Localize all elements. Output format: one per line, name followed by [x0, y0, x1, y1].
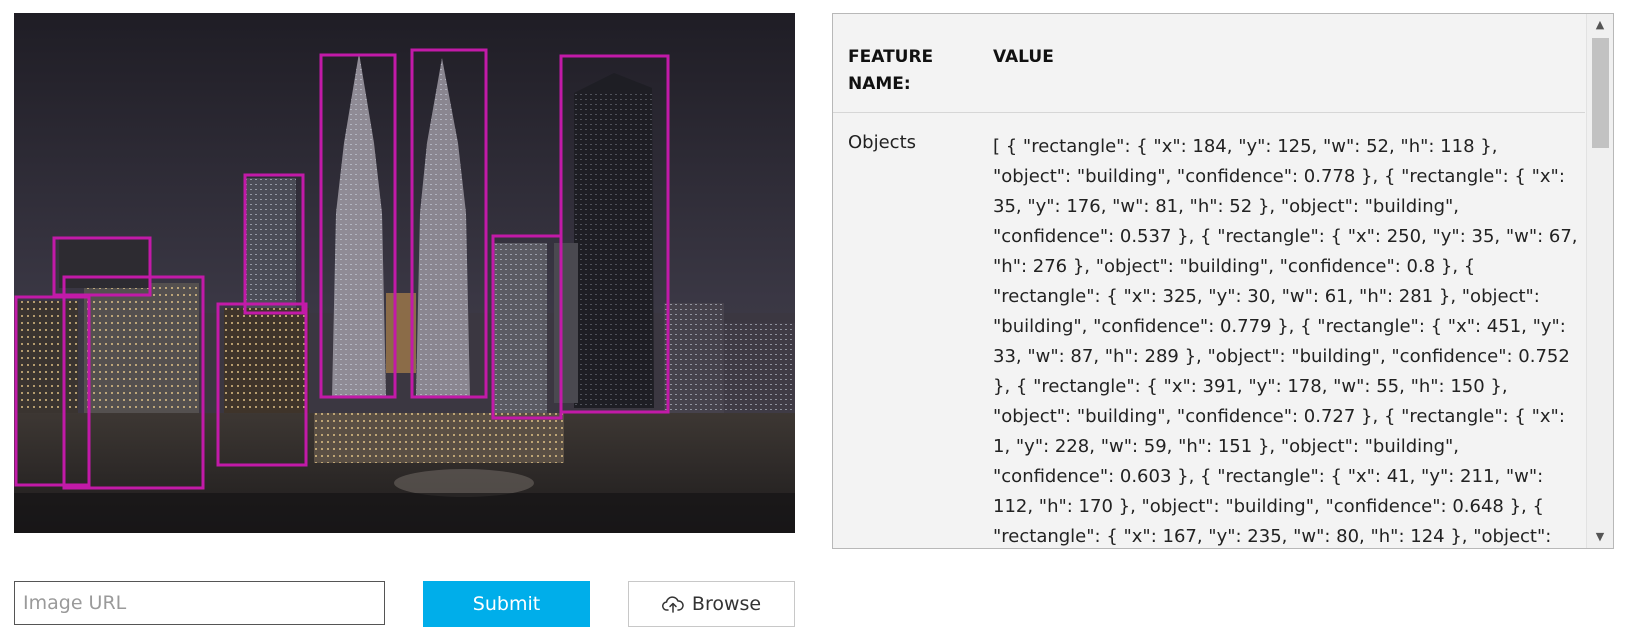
city-skyline-image [14, 13, 795, 533]
scroll-down-icon[interactable]: ▼ [1587, 526, 1613, 548]
results-panel[interactable]: FEATURE NAME: VALUE Objects [ { "rectang… [832, 13, 1614, 549]
scroll-up-icon[interactable]: ▲ [1587, 14, 1613, 36]
cloud-upload-icon [661, 596, 684, 613]
feature-name-cell: Objects [848, 132, 917, 153]
vertical-scrollbar[interactable]: ▲ ▼ [1586, 14, 1613, 548]
image-url-input[interactable] [14, 581, 385, 625]
results-header: FEATURE NAME: VALUE [833, 14, 1585, 113]
analyzed-image [14, 13, 795, 533]
feature-name-header: FEATURE NAME: [848, 47, 934, 94]
value-header: VALUE [993, 47, 1054, 67]
submit-button[interactable]: Submit [423, 581, 590, 627]
browse-label: Browse [691, 593, 762, 615]
browse-button[interactable]: Browse [628, 581, 795, 627]
scroll-thumb[interactable] [1592, 38, 1609, 148]
feature-value-cell: [ { "rectangle": { "x": 184, "y": 125, "… [993, 136, 1578, 547]
